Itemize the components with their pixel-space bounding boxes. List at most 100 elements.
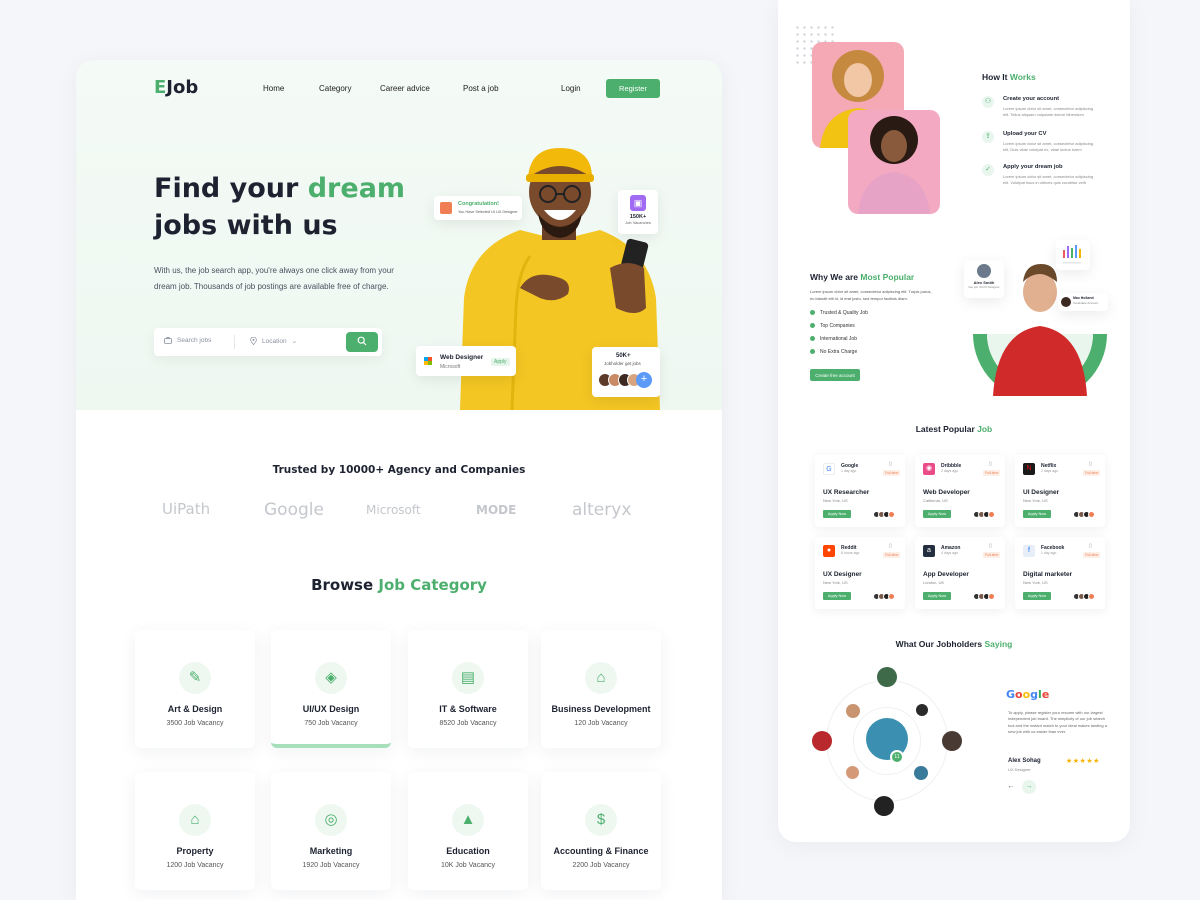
- search-divider: [234, 335, 235, 349]
- bullet-icon: [810, 336, 815, 342]
- job-card-reddit[interactable]: ● Reddit 8 hours ago ▯ Full-time UX Desi…: [815, 537, 905, 609]
- alteryx-logo: alteryx: [572, 500, 632, 520]
- hero-title: Find your dream jobs with us: [154, 173, 406, 241]
- category-card-property[interactable]: ⌂ Property 1200 Job Vacancy: [135, 772, 255, 890]
- job-card-dribbble[interactable]: ◉ Dribbble 2 days ago ▯ Full-time Web De…: [915, 455, 1005, 527]
- stats-chart-badge: [1056, 240, 1090, 270]
- bank-icon: ⌂: [585, 662, 617, 694]
- reddit-icon: ●: [823, 545, 835, 557]
- google-logo: Google: [1006, 688, 1050, 701]
- bullet-icon: [810, 310, 815, 316]
- bookmark-icon[interactable]: ▯: [1089, 543, 1092, 549]
- google-logo: Google: [264, 500, 324, 520]
- avatar: [888, 511, 895, 518]
- avatar: [812, 731, 832, 751]
- nav-post-a-job[interactable]: Post a job: [463, 84, 499, 93]
- apply-now-button[interactable]: Apply Now: [1023, 592, 1051, 600]
- login-link[interactable]: Login: [561, 84, 581, 93]
- uipath-logo: UiPath: [162, 500, 211, 518]
- category-card-education[interactable]: ▲ Education 10K Job Vacancy: [408, 772, 528, 890]
- avatar: [1061, 297, 1071, 307]
- category-card-accounting-finance[interactable]: $ Accounting & Finance 2200 Job Vacancy: [541, 772, 661, 890]
- netflix-icon: N: [1023, 463, 1035, 475]
- apply-now-button[interactable]: Apply Now: [823, 592, 851, 600]
- nav-home[interactable]: Home: [263, 84, 284, 93]
- avatar-count-badge: 11: [890, 750, 904, 764]
- add-icon[interactable]: +: [636, 372, 652, 388]
- congratulation-card: Congratulation! You Have Selected UI UX …: [434, 196, 522, 220]
- avatar: [988, 593, 995, 600]
- how-it-works-title: How It Works: [982, 72, 1036, 82]
- bookmark-icon[interactable]: ▯: [989, 461, 992, 467]
- search-jobs-field[interactable]: Search jobs: [164, 337, 211, 344]
- alex-smith-badge: Alex Smith Get job UI/UX Designer: [964, 260, 1004, 298]
- nav-career-advice[interactable]: Career advice: [380, 84, 430, 93]
- nav-category[interactable]: Category: [319, 84, 351, 93]
- upload-icon: ⇪: [982, 131, 994, 143]
- prev-arrow-icon[interactable]: ←: [1004, 780, 1018, 794]
- google-icon: G: [823, 463, 835, 475]
- job-card-netflix[interactable]: N Netflix 2 days ago ▯ Full-time UI Desi…: [1015, 455, 1105, 527]
- testimonials-title: What Our Jobholders Saying: [895, 639, 1013, 649]
- facebook-icon: f: [1023, 545, 1035, 557]
- trusted-title: Trusted by 10000+ Agency and Companies: [272, 464, 526, 476]
- bookmark-icon[interactable]: ▯: [889, 461, 892, 467]
- category-card-ui-ux-design[interactable]: ◈ UI/UX Design 750 Job Vacancy: [271, 630, 391, 748]
- why-item: International Job: [810, 336, 857, 342]
- job-card-google[interactable]: G Google 1 day ago ▯ Full-time UX Resear…: [815, 455, 905, 527]
- why-description: Lorem ipsum dolor sit amet, consectetur …: [810, 289, 932, 301]
- home-icon: ⌂: [179, 804, 211, 836]
- target-icon: ◎: [315, 804, 347, 836]
- avatar: [942, 731, 962, 751]
- chevron-down-icon: ⌄: [291, 338, 298, 345]
- avatar: [988, 511, 995, 518]
- sections-card: How It Works ⚇ Create your account Lorem…: [778, 0, 1130, 842]
- next-arrow-icon[interactable]: →: [1022, 780, 1036, 794]
- category-card-business-development[interactable]: ⌂ Business Development 120 Job Vacancy: [541, 630, 661, 748]
- create-account-button[interactable]: Create free account: [810, 369, 860, 381]
- pen-tool-icon: ✎: [179, 662, 211, 694]
- category-card-it-software[interactable]: ▤ IT & Software 8520 Job Vacancy: [408, 630, 528, 748]
- job-card-facebook[interactable]: f Facebook 1 day ago ▯ Full-time Digital…: [1015, 537, 1105, 609]
- bullet-icon: [810, 323, 815, 329]
- browse-category-title: Browse Job Category: [311, 576, 487, 594]
- surprised-woman-photo: [848, 110, 940, 214]
- job-search-bar: Search jobs Location ⌄: [154, 328, 382, 356]
- apply-now-button[interactable]: Apply Now: [923, 510, 951, 518]
- avatar: [888, 593, 895, 600]
- apply-now-button[interactable]: Apply Now: [923, 592, 951, 600]
- chip-icon: ▤: [452, 662, 484, 694]
- bookmark-icon[interactable]: ▯: [989, 543, 992, 549]
- landing-page-card: EJob Home Category Career advice Post a …: [76, 60, 722, 900]
- avatar: [914, 766, 928, 780]
- why-item: No Extra Charge: [810, 349, 857, 355]
- check-badge-icon: ✓: [982, 164, 994, 176]
- dribbble-icon: ◉: [923, 463, 935, 475]
- hero-subtitle: With us, the job search app, you're alwa…: [154, 266, 394, 291]
- apply-now-button[interactable]: Apply Now: [823, 510, 851, 518]
- latest-jobs-title: Latest Popular Job: [915, 424, 993, 434]
- apply-badge[interactable]: Apply: [491, 358, 510, 366]
- register-button[interactable]: Register: [606, 79, 660, 98]
- bookmark-icon[interactable]: ▯: [889, 543, 892, 549]
- search-button[interactable]: [346, 332, 378, 352]
- avatar: [1088, 511, 1095, 518]
- reviewer-role: UX Designer: [1008, 767, 1031, 772]
- surprised-woman-illustration: [858, 116, 930, 214]
- apply-now-button[interactable]: Apply Now: [1023, 510, 1051, 518]
- briefcase-icon: [164, 337, 172, 344]
- location-pin-icon: [250, 337, 257, 345]
- why-popular-title: Why We are Most Popular: [810, 272, 915, 282]
- avatar: [916, 704, 928, 716]
- job-card-amazon[interactable]: a Amazon 4 days ago ▯ Full-time App Deve…: [915, 537, 1005, 609]
- category-card-marketing[interactable]: ◎ Marketing 1920 Job Vacancy: [271, 772, 391, 890]
- category-card-art-design[interactable]: ✎ Art & Design 3500 Job Vacancy: [135, 630, 255, 748]
- layers-icon: ◈: [315, 662, 347, 694]
- bookmark-icon[interactable]: ▯: [1089, 461, 1092, 467]
- brand-logo[interactable]: EJob: [154, 77, 198, 98]
- avatar: [1088, 593, 1095, 600]
- location-dropdown[interactable]: Location ⌄: [250, 337, 297, 345]
- search-icon: [357, 336, 367, 345]
- hero-section: EJob Home Category Career advice Post a …: [76, 60, 722, 410]
- bar-chart-icon: [1063, 245, 1081, 264]
